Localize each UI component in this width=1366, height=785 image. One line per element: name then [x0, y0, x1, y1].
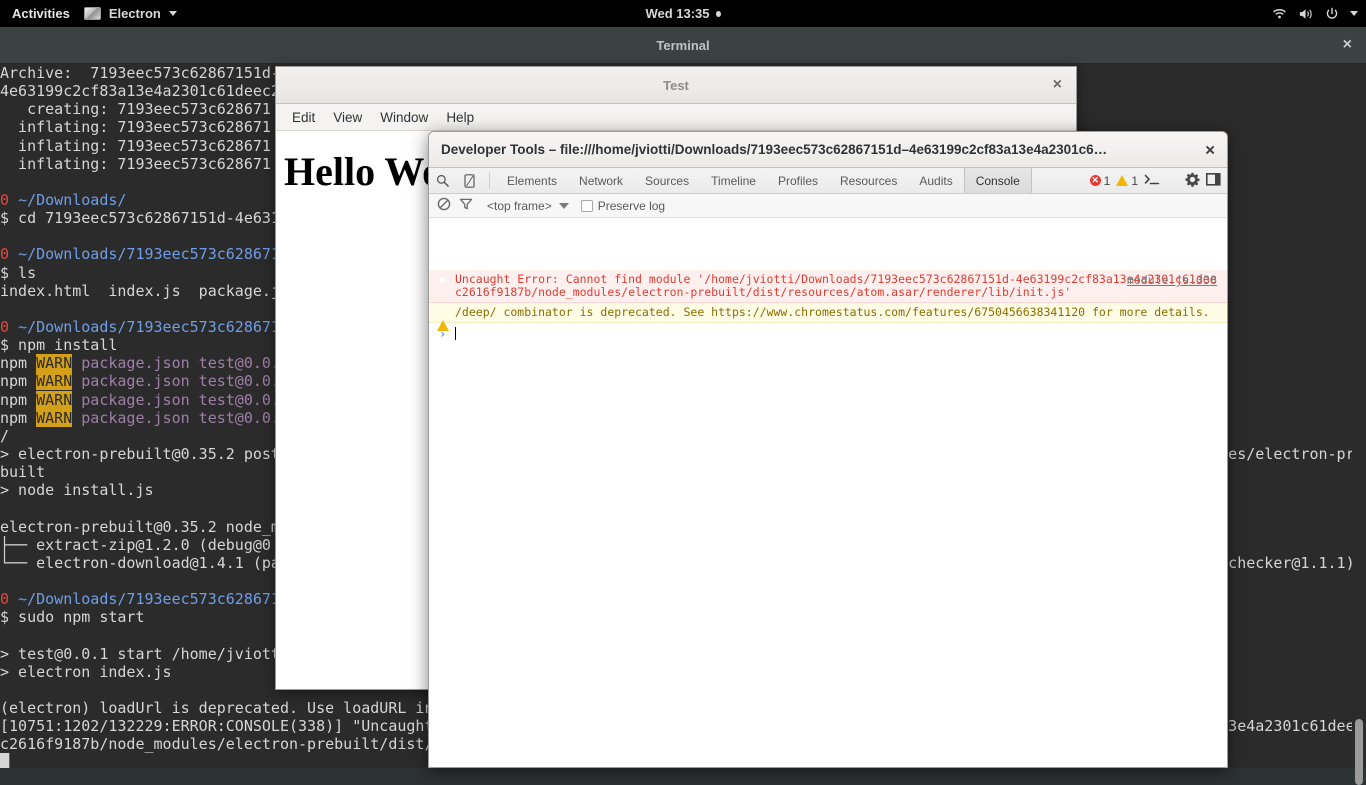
- system-tray[interactable]: [1272, 7, 1358, 21]
- devtools-titlebar[interactable]: Developer Tools – file:///home/jviotti/D…: [429, 132, 1227, 168]
- tab-resources[interactable]: Resources: [829, 168, 908, 193]
- device-mode-icon[interactable]: [456, 168, 483, 193]
- terminal-scrollbar-thumb[interactable]: [1355, 719, 1363, 785]
- filter-funnel-icon[interactable]: [459, 197, 473, 214]
- developer-tools-window: Developer Tools – file:///home/jviotti/D…: [428, 131, 1228, 768]
- console-drawer-icon[interactable]: [1144, 173, 1160, 189]
- devtools-title: Developer Tools – file:///home/jviotti/D…: [441, 142, 1108, 157]
- dock-side-icon[interactable]: [1206, 172, 1221, 189]
- console-message-warning[interactable]: /deep/ combinator is deprecated. See htt…: [429, 303, 1227, 331]
- test-window-titlebar[interactable]: Test ×: [276, 67, 1076, 104]
- terminal-close-button[interactable]: ×: [1343, 37, 1352, 53]
- warning-badge-icon: [437, 306, 449, 331]
- search-icon[interactable]: [429, 168, 456, 193]
- menu-item-help[interactable]: Help: [438, 107, 482, 128]
- chevron-down-icon: [558, 202, 569, 209]
- gnome-top-bar: Activities Electron Wed 13:35: [0, 0, 1366, 27]
- error-count-badge[interactable]: ✕ 1: [1089, 173, 1111, 188]
- tab-console[interactable]: Console: [963, 168, 1032, 193]
- test-window-menubar: Edit View Window Help: [276, 104, 1076, 131]
- tab-sources[interactable]: Sources: [634, 168, 700, 193]
- tab-elements[interactable]: Elements: [496, 168, 568, 193]
- settings-gear-icon[interactable]: [1185, 172, 1200, 190]
- app-menu-button[interactable]: Electron: [83, 6, 177, 21]
- warning-count-label: 1: [1131, 173, 1138, 188]
- clock-button[interactable]: Wed 13:35: [583, 6, 783, 21]
- console-filter-bar: <top frame> Preserve log: [429, 194, 1227, 218]
- tab-profiles[interactable]: Profiles: [767, 168, 829, 193]
- activities-button[interactable]: Activities: [0, 6, 84, 21]
- test-window-title: Test: [663, 77, 689, 93]
- terminal-title: Terminal: [656, 37, 710, 53]
- menu-item-window[interactable]: Window: [372, 107, 436, 128]
- error-count-label: 1: [1103, 173, 1111, 188]
- console-message-text: Uncaught Error: Cannot find module '/hom…: [455, 272, 1217, 299]
- clear-console-icon[interactable]: [437, 197, 451, 214]
- execution-context-label: <top frame>: [487, 198, 552, 213]
- warning-icon: [1116, 175, 1129, 186]
- prompt-chevron-icon: ›: [439, 327, 447, 341]
- clock-label: Wed 13:35: [645, 6, 710, 21]
- devtools-tabs: Elements Network Sources Timeline Profil…: [496, 168, 1032, 193]
- console-message-list[interactable]: Uncaught Error: Cannot find module '/hom…: [429, 270, 1227, 767]
- test-window-close-button[interactable]: ×: [1053, 77, 1062, 93]
- chevron-down-icon: [168, 11, 177, 16]
- execution-context-selector[interactable]: <top frame>: [487, 199, 569, 213]
- app-icon: [83, 7, 101, 20]
- wifi-icon: [1272, 7, 1287, 20]
- devtools-toolbar-right: ✕ 1 1: [1089, 168, 1221, 193]
- recording-dot-icon: [715, 10, 721, 17]
- console-message-source-link[interactable]: module.js:338: [1127, 274, 1217, 287]
- console-input-prompt[interactable]: ›: [429, 323, 1227, 344]
- preserve-log-checkbox[interactable]: Preserve log: [580, 198, 666, 213]
- devtools-toolbar: Elements Network Sources Timeline Profil…: [429, 168, 1227, 194]
- preserve-log-label: Preserve log: [597, 198, 666, 213]
- terminal-scrollbar[interactable]: [1352, 64, 1366, 785]
- tab-audits[interactable]: Audits: [908, 168, 963, 193]
- console-message-error[interactable]: Uncaught Error: Cannot find module '/hom…: [429, 270, 1227, 303]
- menu-item-edit[interactable]: Edit: [284, 107, 323, 128]
- terminal-titlebar[interactable]: Terminal ×: [0, 27, 1366, 64]
- error-icon: ✕: [1089, 175, 1101, 186]
- checkbox-box[interactable]: [580, 199, 593, 212]
- tab-timeline[interactable]: Timeline: [700, 168, 767, 193]
- volume-icon: [1298, 7, 1314, 21]
- app-menu-label: Electron: [108, 6, 161, 21]
- toolbar-divider: [489, 172, 490, 189]
- text-cursor: [455, 327, 456, 340]
- console-message-text: /deep/ combinator is deprecated. See htt…: [455, 305, 1210, 319]
- tab-network[interactable]: Network: [568, 168, 634, 193]
- menu-item-view[interactable]: View: [325, 107, 370, 128]
- warning-count-badge[interactable]: 1: [1116, 174, 1138, 188]
- system-menu-chevron-icon: [1350, 11, 1358, 16]
- power-icon: [1325, 7, 1339, 21]
- devtools-close-button[interactable]: ×: [1205, 141, 1215, 158]
